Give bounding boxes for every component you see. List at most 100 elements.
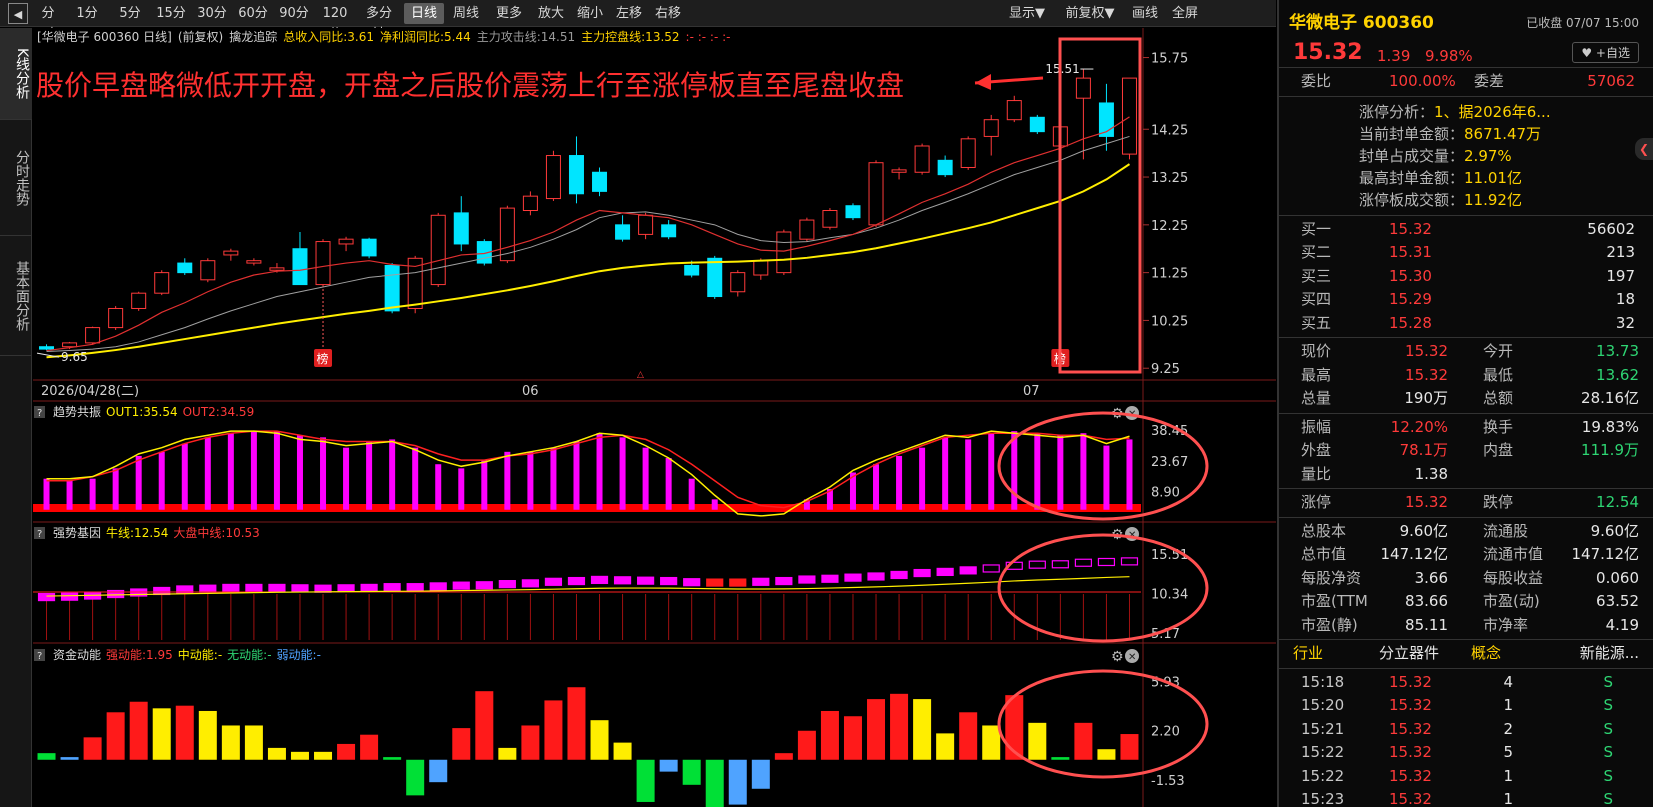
flow-bar[interactable]: [1120, 734, 1139, 760]
period-btn-15[interactable]: 右移: [650, 3, 686, 24]
flow-bar[interactable]: [360, 734, 379, 760]
flow-bar[interactable]: [1028, 722, 1047, 760]
gene-block[interactable]: [475, 581, 493, 590]
trend-bar[interactable]: [181, 443, 188, 510]
period-btn-4[interactable]: 30分: [193, 3, 231, 24]
gene-block[interactable]: [844, 573, 862, 582]
period-btn-2[interactable]: 5分: [111, 3, 149, 24]
bid-row-3[interactable]: 买四 15.29 18: [1279, 288, 1653, 312]
trend-bar[interactable]: [965, 439, 972, 510]
gene-block[interactable]: [1051, 560, 1069, 569]
flow-bar[interactable]: [682, 759, 701, 785]
flow-bar[interactable]: [982, 725, 1001, 760]
trend-bar[interactable]: [389, 439, 396, 510]
candle[interactable]: [154, 270, 170, 296]
candle[interactable]: [914, 143, 930, 175]
gene-block[interactable]: [729, 578, 747, 587]
gene-block[interactable]: [706, 578, 724, 587]
period-btn-14[interactable]: 左移: [611, 3, 647, 24]
candle[interactable]: [384, 263, 400, 314]
period-btn-10[interactable]: 周线: [447, 3, 485, 24]
gene-block[interactable]: [867, 572, 885, 581]
toolbar-right-btn-3[interactable]: 全屏: [1168, 3, 1202, 24]
trend-bar[interactable]: [366, 441, 373, 510]
flow-bar[interactable]: [590, 720, 609, 760]
trend-bar[interactable]: [896, 455, 903, 510]
trend-bar[interactable]: [481, 460, 488, 510]
period-btn-7[interactable]: 120分: [316, 3, 354, 42]
gene-block[interactable]: [245, 583, 263, 593]
flow-bar[interactable]: [290, 751, 309, 760]
gene-block[interactable]: [314, 584, 332, 593]
flow-bar[interactable]: [959, 712, 978, 760]
gene-block[interactable]: [60, 592, 79, 601]
trend-bar[interactable]: [227, 433, 234, 510]
flow-bar[interactable]: [267, 747, 286, 760]
gene-block[interactable]: [1097, 557, 1116, 567]
trend-bar[interactable]: [66, 480, 73, 510]
trend-bar[interactable]: [135, 455, 142, 510]
candle[interactable]: [108, 306, 124, 330]
trend-bar[interactable]: [919, 447, 926, 510]
flow-bar[interactable]: [890, 693, 909, 760]
flow-bar[interactable]: [152, 708, 171, 760]
bid-row-4[interactable]: 买五 15.28 32: [1279, 312, 1653, 336]
toolbar-right-btn-0[interactable]: 显示▼: [1002, 3, 1052, 24]
trend-bar[interactable]: [504, 451, 511, 510]
gene-block[interactable]: [775, 576, 793, 586]
flow-bar[interactable]: [475, 691, 494, 760]
flow-bar[interactable]: [337, 743, 356, 760]
gene-block[interactable]: [498, 580, 516, 589]
flow-bar[interactable]: [429, 759, 448, 783]
gene-block[interactable]: [337, 584, 355, 593]
trend-bar[interactable]: [988, 433, 995, 510]
trend-bar[interactable]: [204, 437, 211, 510]
gene-block[interactable]: [544, 577, 563, 586]
trend-bar[interactable]: [1080, 433, 1087, 510]
trend-bar[interactable]: [942, 437, 949, 510]
flow-bar[interactable]: [521, 725, 540, 760]
flow-bar[interactable]: [60, 757, 79, 760]
flow-bar[interactable]: [221, 725, 240, 760]
flow-bar[interactable]: [659, 759, 678, 772]
candle[interactable]: [799, 217, 815, 242]
period-btn-8[interactable]: 多分钟: [357, 3, 401, 42]
trend-bar[interactable]: [688, 478, 695, 510]
flow-bar[interactable]: [613, 742, 632, 760]
trend-bar[interactable]: [1057, 435, 1064, 510]
gene-block[interactable]: [798, 575, 816, 584]
trend-bar[interactable]: [642, 447, 649, 510]
trend-bar[interactable]: [458, 468, 465, 510]
trend-bar[interactable]: [250, 431, 257, 510]
gene-block[interactable]: [752, 577, 770, 586]
trend-bar[interactable]: [43, 478, 50, 510]
trend-bar[interactable]: [711, 499, 718, 510]
gene-block[interactable]: [37, 592, 56, 602]
gene-block[interactable]: [890, 570, 908, 580]
chart-canvas[interactable]: [华微电子 600360 日线] (前复权) 擒龙追踪 总收入同比:3.61 净利润同比…: [33, 28, 1276, 807]
gene-block[interactable]: [1028, 560, 1046, 569]
flow-bar[interactable]: [1051, 757, 1070, 760]
side-tab-1[interactable]: 分时走势: [0, 120, 32, 236]
period-btn-1[interactable]: 1分: [66, 3, 108, 24]
trend-bar[interactable]: [527, 451, 534, 510]
flow-bar[interactable]: [1074, 722, 1093, 760]
flow-bar[interactable]: [406, 759, 425, 796]
gene-block[interactable]: [406, 583, 424, 592]
trend-bar[interactable]: [596, 433, 603, 510]
gene-block[interactable]: [291, 584, 309, 593]
collapse-arrow-icon[interactable]: ❮: [1635, 138, 1653, 160]
flow-bar[interactable]: [751, 759, 770, 789]
flow-bar[interactable]: [728, 759, 747, 805]
trend-bar[interactable]: [1126, 439, 1133, 510]
candle[interactable]: [776, 229, 792, 276]
gene-block[interactable]: [913, 568, 931, 578]
gene-block[interactable]: [821, 574, 839, 583]
bid-row-1[interactable]: 买二 15.31 213: [1279, 241, 1653, 265]
flow-bar[interactable]: [37, 753, 56, 760]
trend-bar[interactable]: [320, 437, 327, 510]
candle[interactable]: [131, 291, 147, 311]
candle[interactable]: [315, 239, 331, 287]
flow-panel-gear-icon[interactable]: ⚙: [1111, 649, 1124, 665]
flow-bar[interactable]: [383, 757, 402, 760]
